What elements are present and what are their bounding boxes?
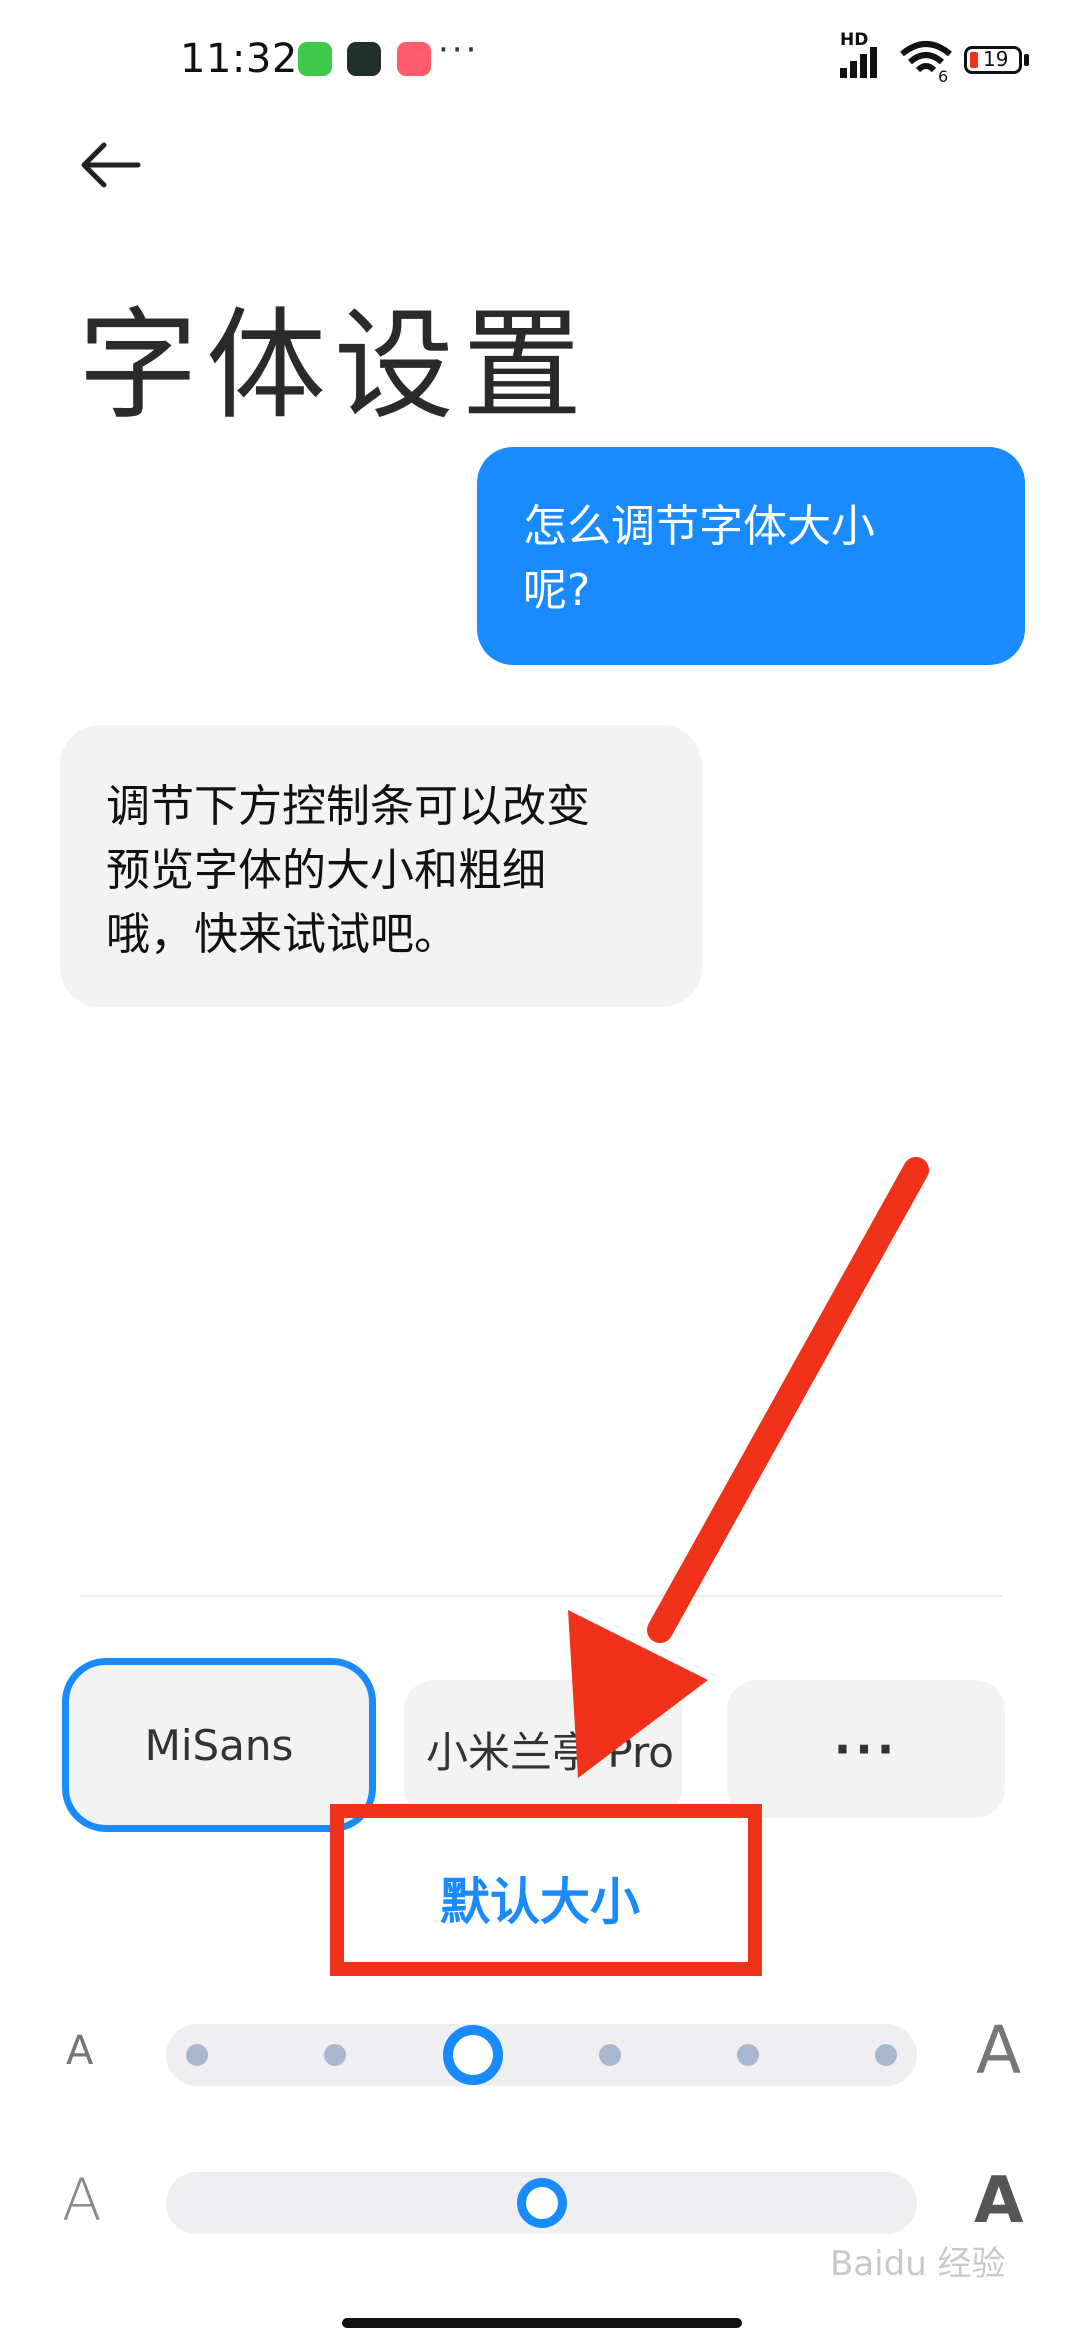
size-max-label: A bbox=[976, 2012, 1022, 2089]
back-arrow-icon[interactable] bbox=[78, 140, 142, 190]
wifi-icon: 6 bbox=[900, 41, 952, 82]
signal-icon bbox=[840, 47, 877, 78]
user-chat-bubble: 怎么调节字体大小 呢? bbox=[477, 447, 1025, 665]
font-option-xiaomi-lanting[interactable]: 小米兰亭 Pro bbox=[404, 1680, 682, 1818]
battery-level: 19 bbox=[983, 47, 1009, 71]
size-slider-tick bbox=[875, 2044, 897, 2066]
notification-app-icon bbox=[298, 42, 332, 76]
section-divider bbox=[80, 1595, 1002, 1597]
weight-max-label: A bbox=[974, 2164, 1024, 2238]
font-option-misans[interactable]: MiSans bbox=[62, 1658, 376, 1832]
size-slider-knob[interactable] bbox=[442, 2025, 503, 2085]
battery-icon: 19 bbox=[964, 46, 1022, 74]
notification-app-icon bbox=[397, 42, 431, 76]
font-option-label: 小米兰亭 Pro bbox=[426, 1727, 674, 1777]
font-size-slider[interactable] bbox=[166, 2024, 917, 2086]
assistant-chat-bubble: 调节下方控制条可以改变 预览字体的大小和粗细 哦，快来试试吧。 bbox=[60, 725, 702, 1007]
size-slider-tick bbox=[186, 2044, 208, 2066]
more-fonts-button[interactable]: ··· bbox=[727, 1680, 1005, 1818]
more-icon: ··· bbox=[833, 1722, 899, 1776]
more-notifications-icon: ··· bbox=[438, 30, 480, 70]
size-slider-tick bbox=[323, 2044, 346, 2066]
font-option-label: MiSans bbox=[144, 1720, 294, 1770]
svg-text:6: 6 bbox=[938, 67, 948, 82]
status-time: 11:32 bbox=[180, 36, 298, 82]
assistant-message-line: 预览字体的大小和粗细 bbox=[106, 845, 546, 896]
home-indicator[interactable] bbox=[342, 2318, 742, 2328]
font-weight-slider[interactable] bbox=[166, 2172, 917, 2234]
notification-app-icon bbox=[347, 42, 381, 76]
annotation-highlight-box bbox=[330, 1804, 762, 1976]
size-slider-tick bbox=[599, 2044, 622, 2066]
assistant-message-line: 调节下方控制条可以改变 bbox=[106, 781, 590, 832]
assistant-message-line: 哦，快来试试吧。 bbox=[106, 909, 458, 960]
user-message-line: 怎么调节字体大小 bbox=[523, 501, 875, 552]
weight-min-label: A bbox=[62, 2166, 102, 2234]
battery-tip bbox=[1024, 54, 1029, 66]
size-min-label: A bbox=[66, 2028, 94, 2074]
user-message-line: 呢? bbox=[523, 565, 591, 616]
page-title: 字体设置 bbox=[78, 297, 590, 436]
size-slider-tick bbox=[737, 2044, 760, 2066]
weight-slider-knob[interactable] bbox=[516, 2178, 567, 2228]
watermark: Baidu 经验 bbox=[830, 2244, 1006, 2284]
